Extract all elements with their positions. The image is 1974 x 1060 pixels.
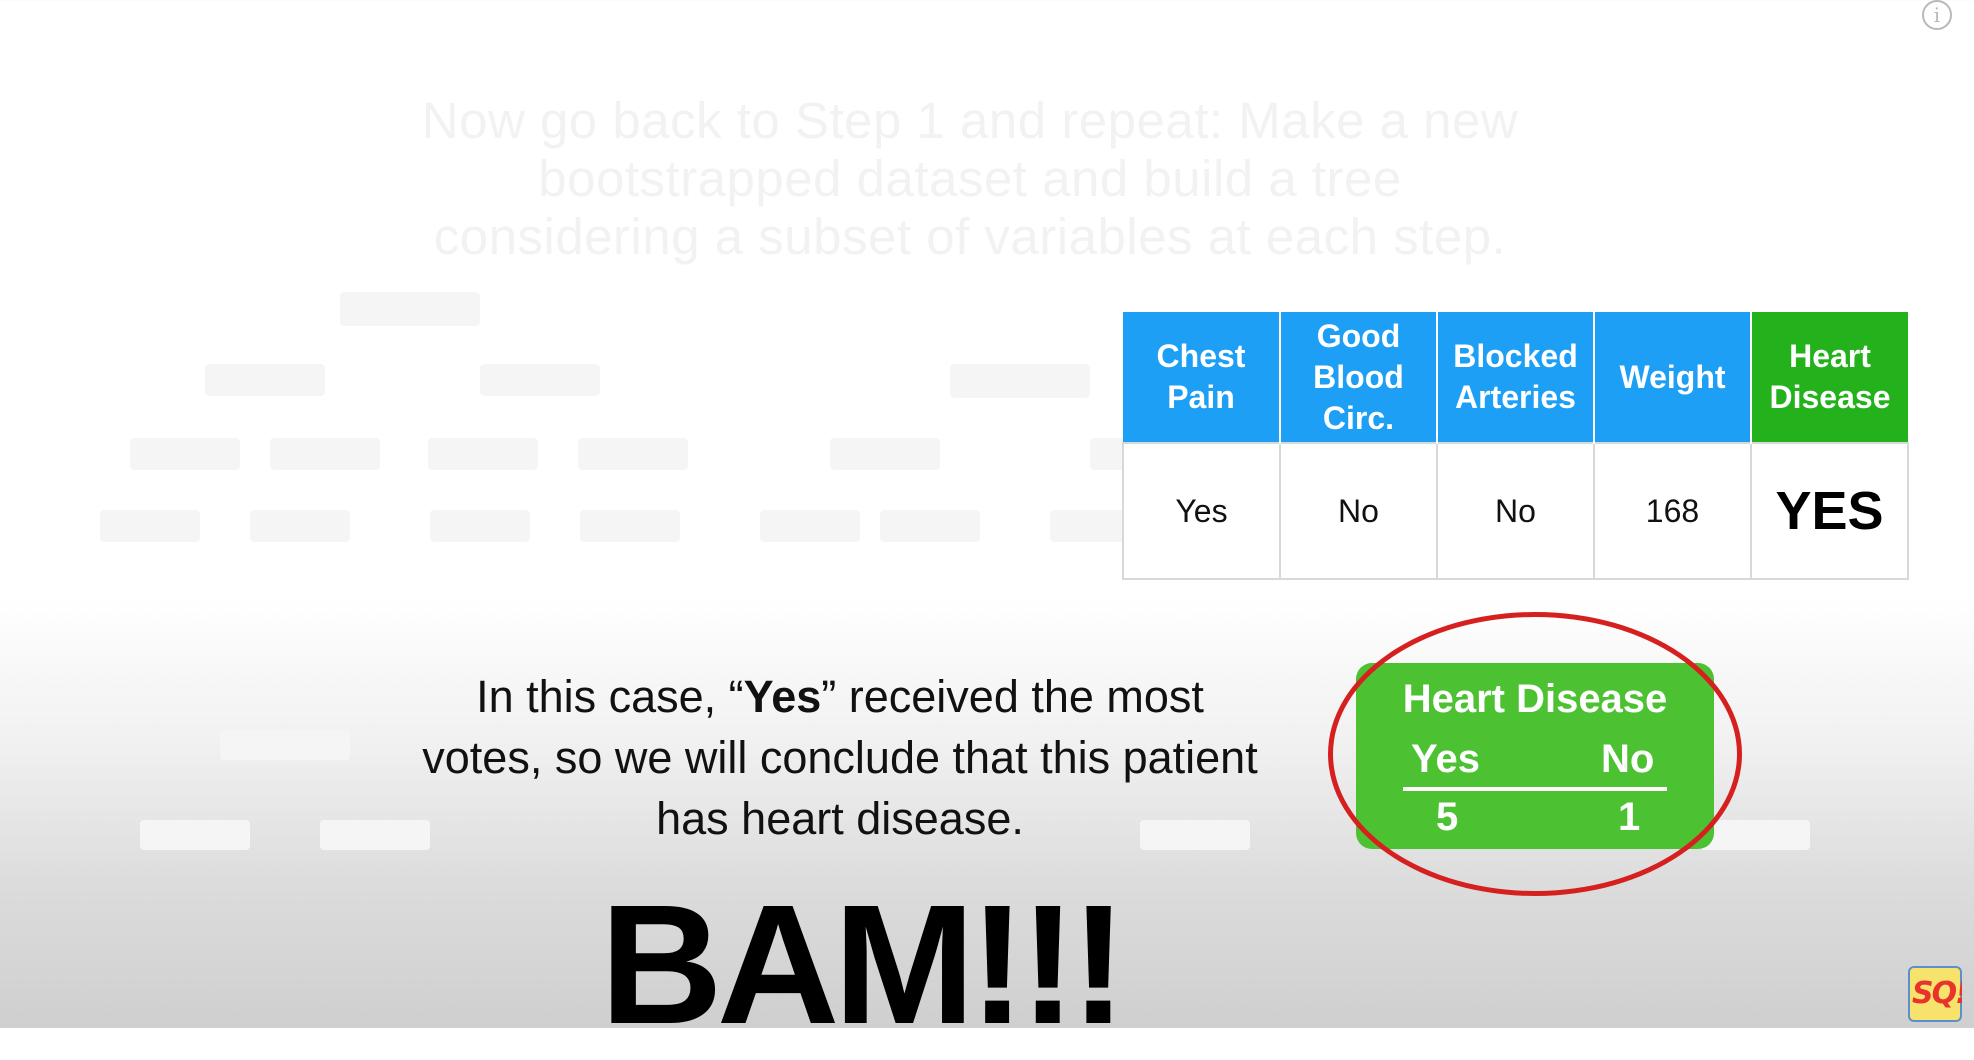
patient-data-table: Chest Pain Good Blood Circ. Blocked Arte… — [1122, 312, 1909, 580]
header-good-blood-circ: Good Blood Circ. — [1280, 312, 1438, 443]
conclusion-text-bold: Yes — [743, 671, 822, 722]
header-blocked-arteries: Blocked Arteries — [1437, 312, 1595, 443]
bam-text: BAM!!! — [600, 870, 1127, 1060]
header-weight: Weight — [1594, 312, 1752, 443]
conclusion-text: In this case, “Yes” received the most vo… — [410, 666, 1270, 849]
cell-weight: 168 — [1593, 442, 1752, 580]
conclusion-text-part1: In this case, “ — [476, 671, 744, 722]
header-chest-pain: Chest Pain — [1123, 312, 1281, 443]
cell-heart-disease: YES — [1750, 442, 1909, 580]
table-row: Yes No No 168 YES — [1122, 442, 1909, 580]
highlight-circle — [1328, 612, 1742, 896]
header-heart-disease: Heart Disease — [1751, 312, 1908, 443]
cell-blocked-arteries: No — [1436, 442, 1595, 580]
table-header-row: Chest Pain Good Blood Circ. Blocked Arte… — [1123, 312, 1908, 443]
statquest-logo-icon[interactable]: SQ! — [1908, 966, 1962, 1022]
cell-good-blood-circ: No — [1279, 442, 1438, 580]
cell-chest-pain: Yes — [1122, 442, 1281, 580]
logo-text: SQ! — [1912, 976, 1962, 1011]
